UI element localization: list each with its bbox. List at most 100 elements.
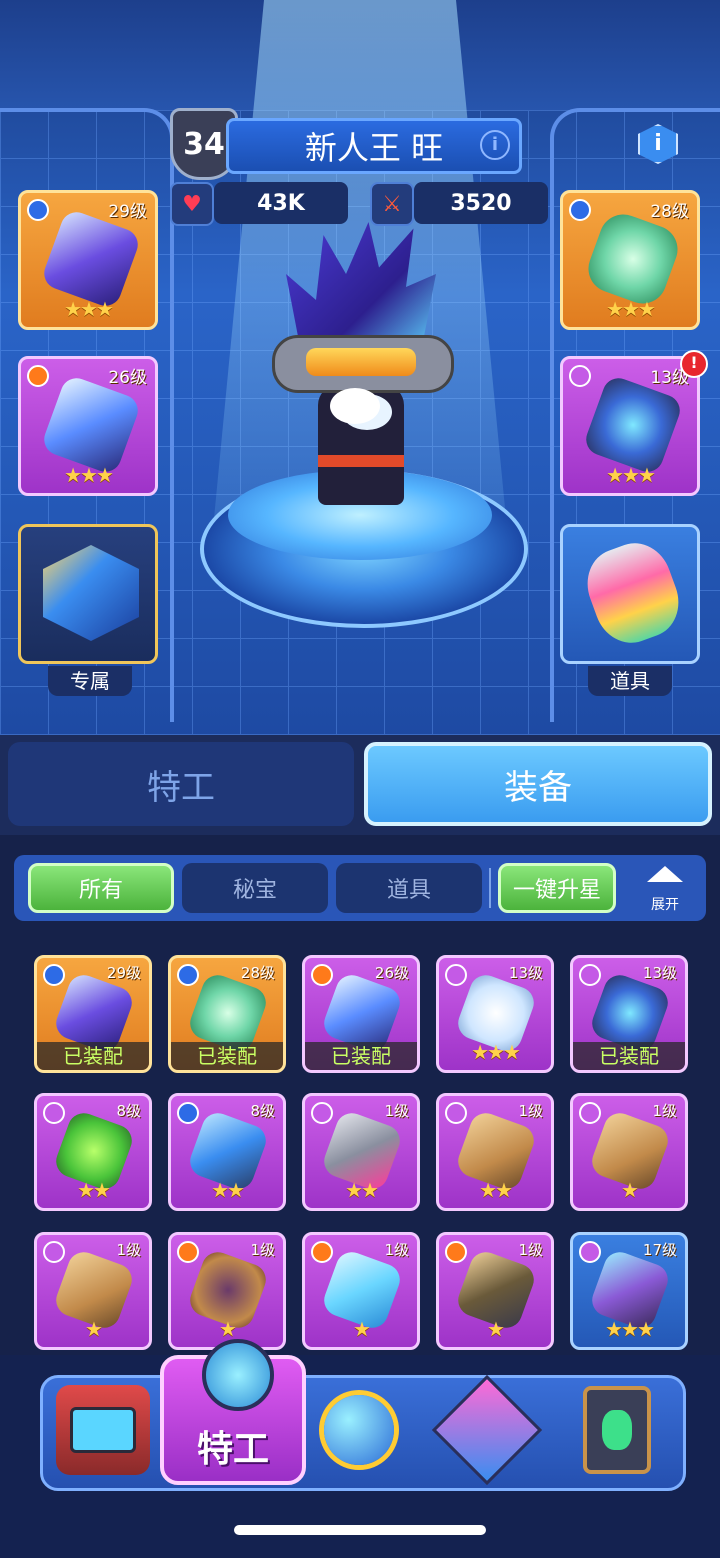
ring-rarity-icon bbox=[43, 1102, 65, 1124]
item-card: 1级 ★★ bbox=[436, 1093, 554, 1211]
item-level: 8级 bbox=[116, 1102, 141, 1120]
upgrade-all-button[interactable]: 一键升星 bbox=[498, 863, 616, 913]
inventory-item[interactable]: 1级 ★★ bbox=[436, 1093, 554, 1211]
inventory-item[interactable]: 17级 ★★★ bbox=[570, 1232, 688, 1350]
ring-rarity-icon bbox=[445, 964, 467, 986]
inventory-item[interactable]: 1级 ★ bbox=[436, 1232, 554, 1350]
heart-icon: ♥ bbox=[170, 182, 214, 226]
inventory-item[interactable]: 1级 ★ bbox=[168, 1232, 286, 1350]
inventory-item[interactable]: 8级 ★★ bbox=[168, 1093, 286, 1211]
item-stars: ★ bbox=[219, 1317, 237, 1341]
slot-right-2[interactable]: 13级 ★★★ bbox=[560, 356, 700, 496]
attack-value: 3520 bbox=[414, 182, 548, 224]
slot-stars: ★★★ bbox=[64, 463, 114, 487]
nav-shop-button[interactable] bbox=[56, 1385, 150, 1475]
core-module-icon bbox=[581, 373, 685, 477]
player-name: 新人王 旺 bbox=[304, 129, 444, 167]
ring-rarity-icon bbox=[579, 964, 601, 986]
item-level: 1级 bbox=[652, 1102, 677, 1120]
item-level: 17级 bbox=[642, 1241, 677, 1259]
slot-stars: ★★★ bbox=[64, 297, 114, 321]
inventory-item[interactable]: 1级 ★ bbox=[34, 1232, 152, 1350]
exclusive-label: 专属 bbox=[48, 666, 132, 696]
item-card: 28级已装配 bbox=[168, 955, 286, 1073]
tab-equipment[interactable]: 装备 bbox=[364, 742, 712, 826]
inventory-item[interactable]: 26级 已装配 bbox=[302, 955, 420, 1073]
player-name-plate[interactable]: 新人王 旺 bbox=[226, 118, 522, 174]
nav-card-button[interactable] bbox=[570, 1385, 664, 1475]
inventory-item[interactable]: 13级 已装配 bbox=[570, 955, 688, 1073]
character-belt bbox=[318, 455, 404, 467]
item-level: 1级 bbox=[116, 1241, 141, 1259]
fire-rarity-icon bbox=[27, 365, 49, 387]
item-stars: ★★★ bbox=[605, 1317, 655, 1341]
inventory-item[interactable]: 1级 ★ bbox=[570, 1093, 688, 1211]
item-card: 26级 已装配 bbox=[302, 955, 420, 1073]
slot-level: 29级 bbox=[108, 202, 147, 222]
equipped-tag: 已装配 bbox=[305, 1042, 417, 1070]
inventory-item[interactable]: 28级已装配 bbox=[168, 955, 286, 1073]
slot-left-1[interactable]: 29级 ★★★ bbox=[18, 190, 158, 330]
fire-rarity-icon bbox=[311, 1241, 333, 1263]
shop-icon bbox=[70, 1407, 136, 1453]
planet-icon bbox=[324, 1395, 394, 1465]
slot-level: 28级 bbox=[650, 202, 689, 222]
expand-button[interactable]: 展开 bbox=[630, 862, 700, 918]
nav-cube-button[interactable] bbox=[431, 1374, 543, 1486]
ring-rarity-icon bbox=[569, 365, 591, 387]
shield-rarity-icon bbox=[569, 199, 591, 221]
alert-badge: ! bbox=[680, 350, 708, 378]
ring-rarity-icon bbox=[445, 1102, 467, 1124]
item-stars: ★ bbox=[353, 1317, 371, 1341]
filter-all[interactable]: 所有 bbox=[28, 863, 174, 913]
item-card: 1级 ★ bbox=[168, 1232, 286, 1350]
filter-treasure[interactable]: 秘宝 bbox=[182, 863, 328, 913]
inventory-item[interactable]: 13级 ★★★ bbox=[436, 955, 554, 1073]
equipped-tag: 已装配 bbox=[573, 1042, 685, 1070]
ring-rarity-icon bbox=[579, 1241, 601, 1263]
item-level: 13级 bbox=[508, 964, 543, 982]
card-icon bbox=[583, 1386, 651, 1474]
inventory-item[interactable]: 8级 ★★ bbox=[34, 1093, 152, 1211]
item-level: 8级 bbox=[250, 1102, 275, 1120]
item-stars: ★★ bbox=[479, 1178, 513, 1202]
shield-rarity-icon bbox=[177, 1102, 199, 1124]
inventory-item[interactable]: 1级 ★ bbox=[302, 1232, 420, 1350]
filter-props[interactable]: 道具 bbox=[336, 863, 482, 913]
hp-value: 43K bbox=[214, 182, 348, 224]
fire-rarity-icon bbox=[177, 1241, 199, 1263]
item-stars: ★★ bbox=[77, 1178, 111, 1202]
item-stars: ★ bbox=[487, 1317, 505, 1341]
prop-label: 道具 bbox=[588, 666, 672, 696]
item-card: 8级 ★★ bbox=[34, 1093, 152, 1211]
item-stars: ★ bbox=[621, 1178, 639, 1202]
slot-left-2[interactable]: 26级 ★★★ bbox=[18, 356, 158, 496]
tab-agent[interactable]: 特工 bbox=[8, 742, 354, 826]
item-level: 28级 bbox=[240, 964, 275, 982]
item-level: 1级 bbox=[518, 1102, 543, 1120]
slot-right-1[interactable]: 28级 ★★★ bbox=[560, 190, 700, 330]
slot-level: 26级 bbox=[108, 368, 147, 388]
shield-rarity-icon bbox=[43, 964, 65, 986]
ring-rarity-icon bbox=[43, 1241, 65, 1263]
slot-exclusive[interactable] bbox=[18, 524, 158, 664]
shield-rarity-icon bbox=[177, 964, 199, 986]
item-card: 1级 ★ bbox=[436, 1232, 554, 1350]
item-stars: ★★ bbox=[211, 1178, 245, 1202]
inventory-item[interactable]: 29级 已装配 bbox=[34, 955, 152, 1073]
slot-prop[interactable] bbox=[560, 524, 700, 664]
inventory-item[interactable]: 1级 ★★ bbox=[302, 1093, 420, 1211]
item-card: 17级 ★★★ bbox=[570, 1232, 688, 1350]
name-info-icon[interactable]: i bbox=[480, 130, 510, 160]
equipped-tag: 已装配 bbox=[37, 1042, 149, 1070]
item-level: 1级 bbox=[250, 1241, 275, 1259]
fire-rarity-icon bbox=[445, 1241, 467, 1263]
ring-rarity-icon bbox=[579, 1102, 601, 1124]
nav-planet-button[interactable] bbox=[312, 1385, 406, 1475]
equipped-tag: 已装配 bbox=[171, 1042, 283, 1070]
item-card: 29级 已装配 bbox=[34, 955, 152, 1073]
cotton-candy bbox=[330, 388, 380, 424]
chevron-up-icon bbox=[647, 866, 683, 882]
item-card: 1级 ★ bbox=[302, 1232, 420, 1350]
item-level: 1级 bbox=[518, 1241, 543, 1259]
